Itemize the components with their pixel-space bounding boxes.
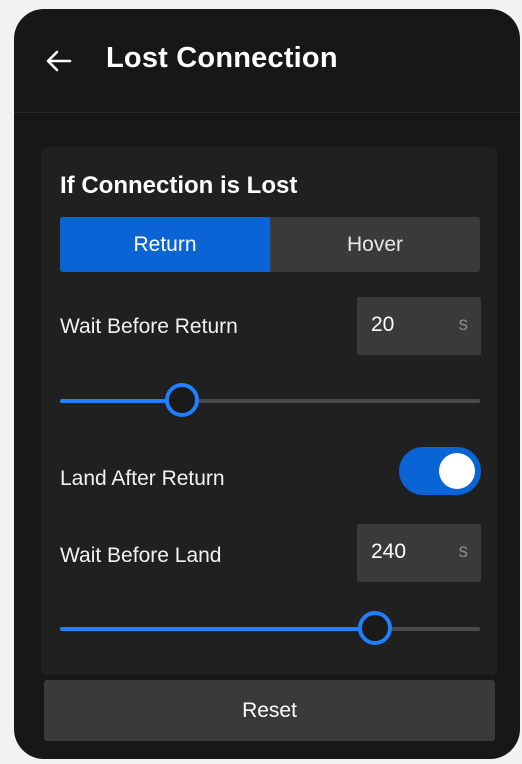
reset-button[interactable]: Reset [44,680,495,741]
wait-before-return-label: Wait Before Return [60,315,238,338]
wait-before-land-label: Wait Before Land [60,544,222,567]
land-after-return-label: Land After Return [60,467,225,490]
toggle-knob [439,453,475,489]
back-arrow-icon [46,50,72,72]
land-after-return-toggle[interactable] [399,447,481,495]
return-option-button[interactable]: Return [60,217,270,272]
wait-before-land-unit: s [458,541,469,562]
wait-before-return-slider[interactable] [60,381,480,421]
slider-thumb[interactable] [164,383,199,417]
hover-option-button[interactable]: Hover [270,217,480,272]
slider-fill [60,627,375,631]
action-segmented-control: Return Hover [60,217,480,272]
lost-connection-panel: Lost Connection If Connection is Lost Re… [14,9,520,759]
wait-before-return-unit: s [458,314,469,335]
page-title: Lost Connection [106,42,338,74]
wait-before-return-value: 20 [371,313,395,336]
section-title: If Connection is Lost [60,172,298,199]
wait-before-land-slider[interactable] [60,609,480,649]
wait-before-land-input[interactable]: 240 s [357,524,481,582]
wait-before-return-input[interactable]: 20 s [357,297,481,355]
slider-thumb[interactable] [358,611,392,645]
wait-before-land-value: 240 [371,540,407,563]
settings-card: If Connection is Lost Return Hover Wait … [41,147,497,675]
slider-fill [60,399,182,403]
back-button[interactable] [41,43,77,79]
header-bar: Lost Connection [14,9,520,113]
